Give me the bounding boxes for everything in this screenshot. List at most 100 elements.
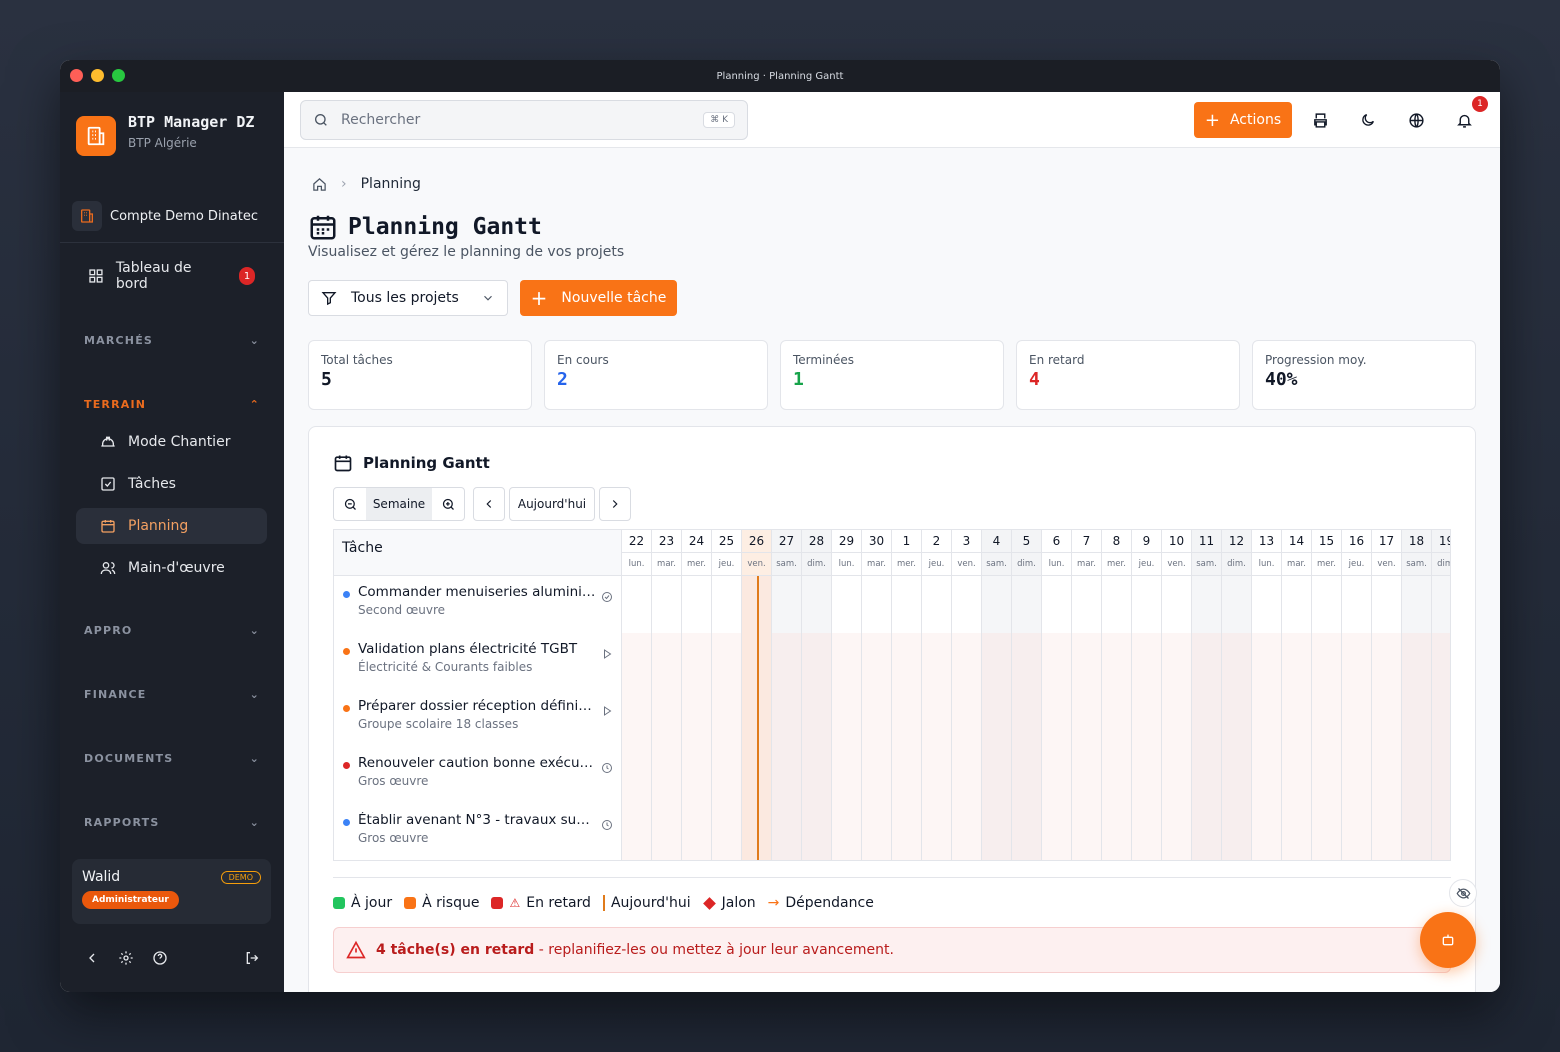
language-button[interactable] bbox=[1404, 108, 1428, 132]
gantt-cell[interactable] bbox=[1222, 747, 1252, 804]
gantt-cell[interactable] bbox=[802, 576, 832, 633]
gantt-cell[interactable] bbox=[1192, 804, 1222, 860]
gantt-cell[interactable] bbox=[622, 633, 652, 690]
gantt-cell[interactable] bbox=[712, 804, 742, 860]
gantt-cell[interactable] bbox=[1132, 747, 1162, 804]
gantt-cell[interactable] bbox=[1282, 747, 1312, 804]
gantt-cell[interactable] bbox=[1372, 804, 1402, 860]
previous-period-button[interactable] bbox=[473, 487, 505, 521]
gantt-cell[interactable] bbox=[652, 804, 682, 860]
gantt-row[interactable]: Commander menuiseries aluminium Second œu… bbox=[334, 576, 1450, 633]
gantt-cell[interactable] bbox=[622, 747, 652, 804]
gantt-cell[interactable] bbox=[1222, 576, 1252, 633]
gantt-cell[interactable] bbox=[862, 576, 892, 633]
gantt-cell[interactable] bbox=[1402, 690, 1432, 747]
gantt-cell[interactable] bbox=[892, 747, 922, 804]
gantt-cell[interactable] bbox=[682, 690, 712, 747]
gantt-cell[interactable] bbox=[622, 690, 652, 747]
close-window-button[interactable] bbox=[70, 69, 83, 82]
gantt-cell[interactable] bbox=[1252, 576, 1282, 633]
gantt-cell[interactable] bbox=[1282, 633, 1312, 690]
gantt-cell[interactable] bbox=[952, 690, 982, 747]
gantt-cell[interactable] bbox=[832, 633, 862, 690]
gantt-cell[interactable] bbox=[1402, 633, 1432, 690]
section-appro[interactable]: APPRO ⌄ bbox=[84, 624, 260, 637]
gantt-cell[interactable] bbox=[892, 690, 922, 747]
search-input[interactable]: Rechercher ⌘ K bbox=[300, 100, 748, 140]
gantt-cell[interactable] bbox=[892, 576, 922, 633]
help-icon[interactable] bbox=[152, 950, 168, 966]
gantt-cell[interactable] bbox=[1222, 804, 1252, 860]
section-finance[interactable]: FINANCE ⌄ bbox=[84, 688, 260, 701]
gantt-cell[interactable] bbox=[1252, 747, 1282, 804]
gantt-cell[interactable] bbox=[1192, 633, 1222, 690]
gantt-cell[interactable] bbox=[802, 747, 832, 804]
gantt-cell[interactable] bbox=[1402, 804, 1432, 860]
gantt-cell[interactable] bbox=[772, 576, 802, 633]
maximize-window-button[interactable] bbox=[112, 69, 125, 82]
gantt-cell[interactable] bbox=[772, 804, 802, 860]
gantt-cell[interactable] bbox=[682, 804, 712, 860]
gantt-cell[interactable] bbox=[652, 576, 682, 633]
gantt-cell[interactable] bbox=[982, 576, 1012, 633]
gantt-cell[interactable] bbox=[1162, 633, 1192, 690]
gantt-cell[interactable] bbox=[1042, 747, 1072, 804]
gantt-cell[interactable] bbox=[982, 804, 1012, 860]
gantt-task[interactable]: Établir avenant N°3 - travaux supplément… bbox=[334, 804, 622, 860]
gantt-cell[interactable] bbox=[982, 690, 1012, 747]
gantt-cell[interactable] bbox=[1342, 747, 1372, 804]
collapse-sidebar-icon[interactable] bbox=[84, 950, 100, 966]
gantt-cell[interactable] bbox=[922, 633, 952, 690]
zoom-out-button[interactable] bbox=[334, 488, 366, 520]
gantt-cell[interactable] bbox=[832, 804, 862, 860]
notifications-button[interactable] bbox=[1452, 108, 1476, 132]
gantt-cell[interactable] bbox=[952, 804, 982, 860]
toggle-visibility-button[interactable] bbox=[1449, 879, 1477, 907]
gantt-cell[interactable] bbox=[1372, 633, 1402, 690]
account-switcher[interactable]: Compte Demo Dinatec bbox=[60, 196, 284, 236]
gantt-row[interactable]: Préparer dossier réception définitive Gro… bbox=[334, 690, 1450, 747]
gantt-cell[interactable] bbox=[1132, 576, 1162, 633]
gantt-cell[interactable] bbox=[652, 747, 682, 804]
brand[interactable]: BTP Manager DZ BTP Algérie bbox=[60, 92, 284, 196]
gantt-cell[interactable] bbox=[922, 804, 952, 860]
gantt-cell[interactable] bbox=[832, 576, 862, 633]
gantt-cell[interactable] bbox=[1252, 690, 1282, 747]
gantt-cell[interactable] bbox=[1402, 576, 1432, 633]
gantt-cell[interactable] bbox=[1222, 633, 1252, 690]
gantt-cell[interactable] bbox=[652, 690, 682, 747]
gantt-cell[interactable] bbox=[922, 576, 952, 633]
gantt-cell[interactable] bbox=[1342, 576, 1372, 633]
sidebar-item-taches[interactable]: Tâches bbox=[88, 466, 267, 502]
gantt-cell[interactable] bbox=[802, 690, 832, 747]
gantt-cell[interactable] bbox=[1102, 804, 1132, 860]
gantt-cell[interactable] bbox=[1312, 690, 1342, 747]
gantt-cell[interactable] bbox=[1132, 690, 1162, 747]
gantt-cell[interactable] bbox=[1312, 747, 1342, 804]
gantt-cell[interactable] bbox=[1432, 633, 1450, 690]
gantt-cell[interactable] bbox=[1432, 576, 1450, 633]
gantt-cell[interactable] bbox=[652, 633, 682, 690]
new-task-button[interactable]: + Nouvelle tâche bbox=[520, 280, 677, 316]
zoom-level[interactable]: Semaine bbox=[366, 488, 432, 520]
gantt-cell[interactable] bbox=[1012, 576, 1042, 633]
gantt-cell[interactable] bbox=[1282, 576, 1312, 633]
next-period-button[interactable] bbox=[599, 487, 631, 521]
gantt-cell[interactable] bbox=[1342, 690, 1372, 747]
gantt-cell[interactable] bbox=[682, 747, 712, 804]
gantt-cell[interactable] bbox=[832, 690, 862, 747]
clock-icon[interactable] bbox=[601, 816, 613, 830]
sidebar-item-planning[interactable]: Planning bbox=[76, 508, 267, 544]
play-icon[interactable] bbox=[601, 702, 613, 716]
gantt-cell[interactable] bbox=[1192, 690, 1222, 747]
gantt-cell[interactable] bbox=[832, 747, 862, 804]
gantt-cell[interactable] bbox=[1012, 747, 1042, 804]
settings-icon[interactable] bbox=[118, 950, 134, 966]
home-icon[interactable] bbox=[312, 177, 327, 192]
gantt-task[interactable]: Validation plans électricité TGBT Électri… bbox=[334, 633, 622, 690]
logout-icon[interactable] bbox=[244, 950, 260, 966]
check-circle-icon[interactable] bbox=[601, 588, 613, 602]
gantt-cell[interactable] bbox=[1372, 576, 1402, 633]
gantt-cell[interactable] bbox=[1042, 804, 1072, 860]
gantt-cell[interactable] bbox=[1432, 804, 1450, 860]
